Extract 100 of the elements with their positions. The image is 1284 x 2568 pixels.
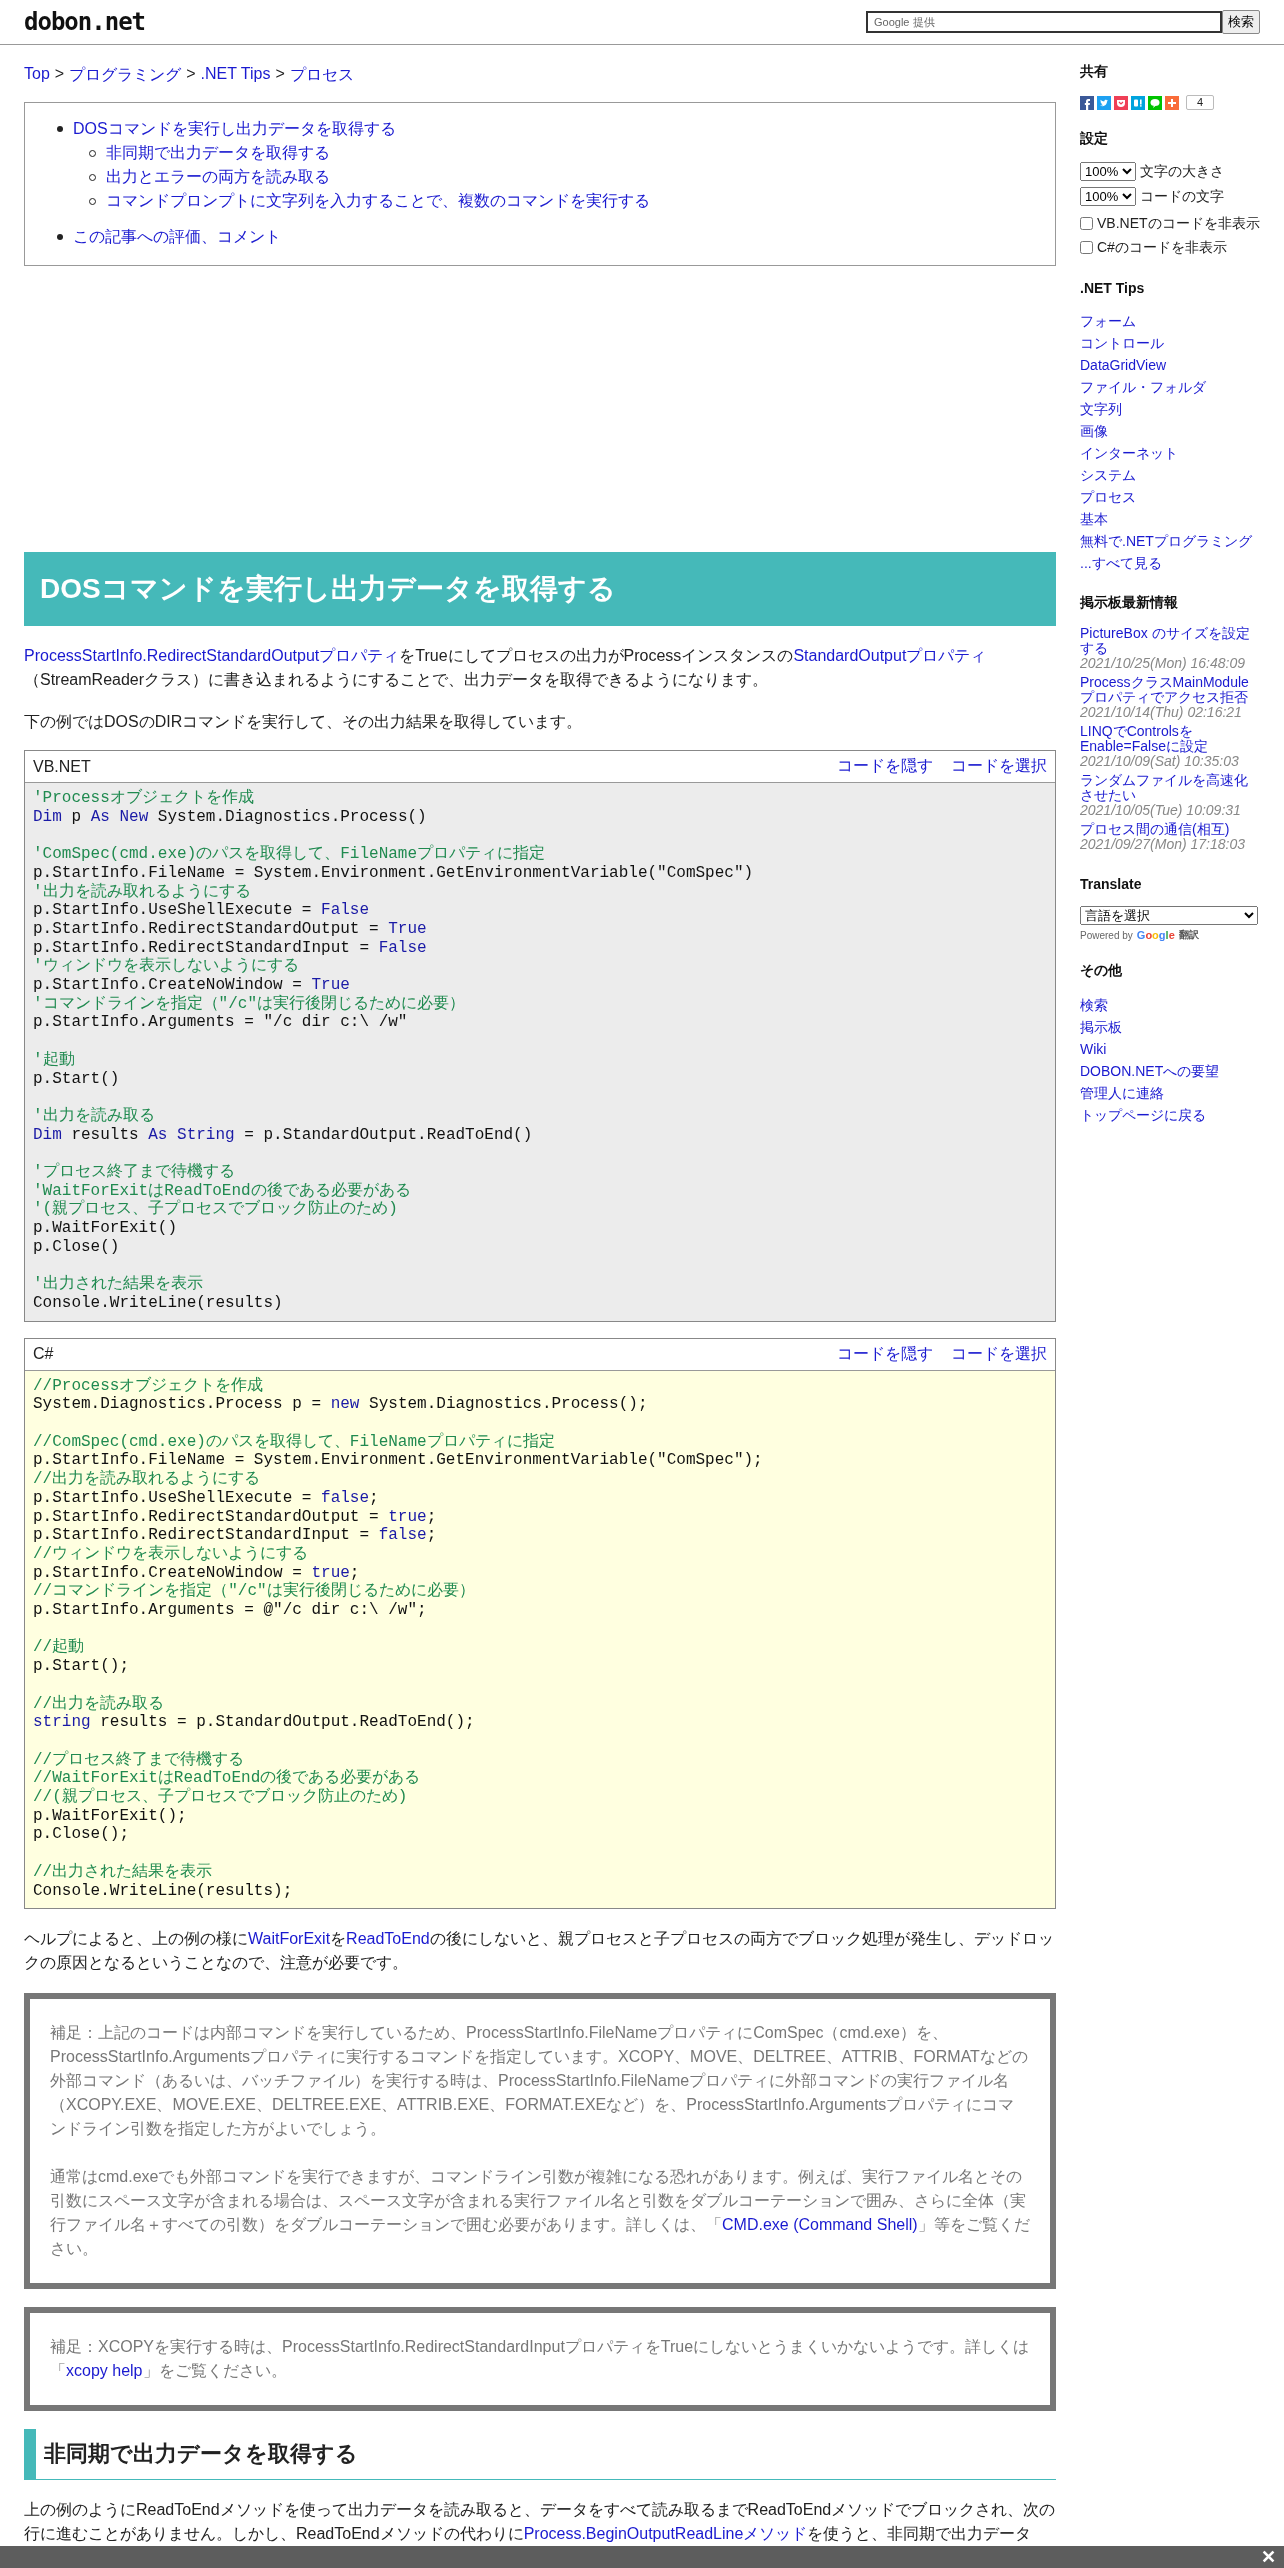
sidebar-link[interactable]: 掲示板: [1080, 1016, 1122, 1038]
code-line: //WaitForExitはReadToEndの後である必要がある: [33, 1769, 421, 1788]
checkbox[interactable]: [1080, 241, 1093, 254]
breadcrumb-link[interactable]: プロセス: [289, 65, 354, 86]
code-line: 'コマンドラインを指定（"/c"は実行後閉じるために必要）: [33, 994, 465, 1014]
sidebar-link[interactable]: DOBON.NETへの要望: [1080, 1060, 1220, 1082]
code-line: p.Close();: [33, 1825, 129, 1845]
note-text: 補足：XCOPYを実行する時は、ProcessStartInfo.RedirectStandardInputプロパティをTrueにしないとうまくいかないようです。詳しくは「xcopy help」をご覧ください。: [50, 2337, 1030, 2382]
sidebar-link[interactable]: ...すべて見る: [1080, 552, 1162, 574]
checkbox[interactable]: [1080, 217, 1093, 230]
inline-link[interactable]: CMD.exe (Command Shell): [722, 2216, 918, 2234]
sidebar-link[interactable]: コントロール: [1080, 332, 1164, 354]
sidebar-link[interactable]: フォーム: [1080, 310, 1136, 332]
inline-link[interactable]: Process.BeginOutputReadLineメソッド: [523, 2525, 808, 2543]
toc-link[interactable]: この記事への評価、コメント: [73, 225, 281, 249]
code-line: //ウィンドウを表示しないようにする: [33, 1544, 309, 1564]
code-line: //起動: [33, 1638, 85, 1658]
code-action-link[interactable]: コードを隠す: [837, 1343, 933, 1365]
share-icon[interactable]: [1114, 95, 1128, 110]
code-line: //ComSpec(cmd.exe)のパスを取得して、FileNameプロパティに指定: [33, 1432, 555, 1452]
code-line: p.StartInfo.Arguments = "/c dir c:\ /w": [33, 1013, 408, 1033]
post-link[interactable]: ProcessクラスMainModuleプロパティでアクセス拒否: [1080, 675, 1260, 705]
search-field[interactable]: Google 提供: [866, 11, 1222, 33]
paragraph: ProcessStartInfo.RedirectStandardOutputプロパティ をTrueにしてプロセスの出力がProcessインスタンスのStandardOutputプロパティ （StreamReaderクラス）に書き込まれるようにすることで、出力データを取得できるようになります。: [24, 646, 988, 690]
toc-link[interactable]: 出力とエラーの両方を読み取る: [106, 165, 330, 189]
share-icon[interactable]: [1097, 95, 1111, 110]
sidebar-heading: Translate: [1080, 876, 1142, 892]
code-line: p.StartInfo.CreateNoWindow = true;: [33, 1563, 360, 1582]
code-language: C#: [33, 1345, 54, 1364]
search-button[interactable]: 検索: [1222, 10, 1260, 34]
sidebar-heading: 共有: [1080, 63, 1108, 81]
site-logo[interactable]: dobon.net: [24, 8, 146, 36]
sidebar-link[interactable]: Wiki: [1080, 1038, 1107, 1060]
code-line: Dim results As String = p.StandardOutput.ReadToEnd(): [33, 1125, 533, 1145]
code-line: System.Diagnostics.Process p = new System.Diagnostics.Process();: [33, 1395, 648, 1414]
share-icon[interactable]: [1080, 95, 1094, 110]
sidebar-heading: 設定: [1080, 130, 1108, 148]
code-line: p.Close(): [33, 1237, 120, 1257]
sidebar-link[interactable]: 画像: [1080, 420, 1108, 442]
code-line: '起動: [33, 1050, 75, 1070]
code-line: p.StartInfo.FileName = System.Environment.GetEnvironmentVariable("ComSpec"): [33, 863, 754, 883]
toc-link[interactable]: コマンドプロンプトに文字列を入力することで、複数のコマンドを実行する: [106, 189, 650, 213]
section-heading: DOSコマンドを実行し出力データを取得する: [24, 552, 1056, 626]
size-select[interactable]: 100%: [1080, 162, 1136, 181]
sidebar-link[interactable]: 基本: [1080, 508, 1108, 530]
bullet-icon: [57, 234, 63, 240]
post-link[interactable]: ランダムファイルを高速化させたい: [1080, 773, 1260, 803]
inline-link[interactable]: ReadToEnd: [346, 1930, 430, 1948]
paragraph: 上の例のようにReadToEndメソッドを使って出力データを読み取ると、データをすべて読み取るまでReadToEndメソッドでブロックされ、次の行に進むことがありません。しかし、ReadToEndメソッドの代わりにProcess.BeginOutputReadLineメソッド を使うと、非同期で出力データ: [24, 2500, 1056, 2545]
inline-link[interactable]: xcopy help: [66, 2362, 143, 2380]
inline-link[interactable]: StandardOutputプロパティ: [793, 647, 987, 664]
close-button[interactable]: ✕: [1253, 2546, 1284, 2568]
setting-label: 文字の大きさ: [1140, 162, 1224, 181]
breadcrumb-link[interactable]: プログラミング: [69, 65, 182, 86]
paragraph: 下の例ではDOSのDIRコマンドを実行して、その出力結果を取得しています。: [24, 712, 584, 732]
language-select[interactable]: 言語を選択: [1080, 906, 1258, 925]
sidebar-link[interactable]: トップページに戻る: [1080, 1104, 1206, 1126]
post-date: 2021/10/25(Mon) 16:48:09: [1080, 656, 1245, 671]
code-line: '(親プロセス、子プロセスでブロック防止のため): [33, 1200, 398, 1220]
powered-by-text: Powered by: [1080, 929, 1133, 941]
share-icon[interactable]: [1131, 95, 1145, 110]
post-date: 2021/10/14(Thu) 02:16:21: [1080, 705, 1242, 720]
code-line: p.StartInfo.RedirectStandardInput = false;: [33, 1526, 437, 1545]
toc-link[interactable]: 非同期で出力データを取得する: [106, 141, 330, 165]
inline-link[interactable]: WaitForExit: [248, 1930, 331, 1948]
breadcrumb-link[interactable]: Top: [24, 65, 50, 86]
inline-link[interactable]: ProcessStartInfo.RedirectStandardOutputプロパティ: [24, 647, 400, 664]
code-line: p.WaitForExit(): [33, 1219, 178, 1238]
code-line: p.StartInfo.RedirectStandardOutput = True: [33, 919, 427, 939]
code-line: //Processオブジェクトを作成: [33, 1376, 264, 1396]
size-select[interactable]: 100%: [1080, 187, 1136, 206]
sidebar-link[interactable]: インターネット: [1080, 442, 1178, 464]
code-action-link[interactable]: コードを選択: [951, 756, 1047, 777]
code-line: p.StartInfo.UseShellExecute = false;: [33, 1488, 379, 1508]
code-line: //コマンドラインを指定（"/c"は実行後閉じるために必要）: [33, 1582, 475, 1602]
breadcrumb-link[interactable]: .NET Tips: [200, 65, 271, 86]
google-logo: Google: [1136, 929, 1175, 941]
code-action-link[interactable]: コードを選択: [951, 1343, 1047, 1365]
sidebar-link[interactable]: 管理人に連絡: [1080, 1082, 1164, 1104]
code-line: //出力を読み取る: [33, 1694, 165, 1714]
post-link[interactable]: LINQでControlsをEnable=Falseに設定: [1080, 724, 1260, 754]
post-link[interactable]: プロセス間の通信(相互): [1080, 822, 1230, 837]
code-line: 'ウィンドウを表示しないようにする: [33, 957, 299, 976]
bullet-icon: [57, 126, 63, 132]
sidebar-link[interactable]: 文字列: [1080, 398, 1122, 420]
sidebar-link[interactable]: DataGridView: [1080, 354, 1167, 376]
sidebar-link[interactable]: ファイル・フォルダ: [1080, 376, 1206, 398]
post-link[interactable]: PictureBox のサイズを設定する: [1080, 626, 1260, 656]
sidebar-link[interactable]: プロセス: [1080, 486, 1136, 508]
sidebar-link[interactable]: 無料で.NETプログラミング: [1080, 530, 1252, 552]
toc-link[interactable]: DOSコマンドを実行し出力データを取得する: [73, 117, 396, 141]
share-icon[interactable]: [1165, 95, 1179, 110]
sidebar-link[interactable]: システム: [1080, 464, 1136, 486]
sidebar-link[interactable]: 検索: [1080, 994, 1108, 1016]
sidebar-heading: .NET Tips: [1080, 280, 1145, 296]
post-date: 2021/10/05(Tue) 10:09:31: [1080, 803, 1241, 818]
code-action-link[interactable]: コードを隠す: [837, 756, 933, 777]
code-line: 'Processオブジェクトを作成: [33, 789, 254, 808]
breadcrumb-separator: >: [275, 65, 285, 84]
code-line: '出力を読み取る: [33, 1106, 155, 1126]
